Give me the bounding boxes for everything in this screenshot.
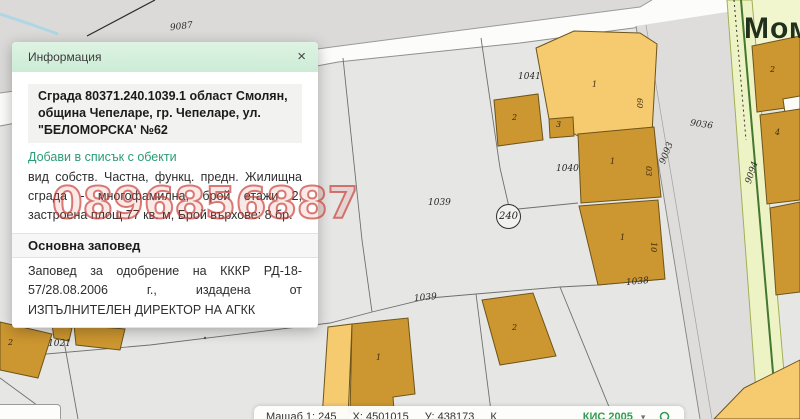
close-icon[interactable]: × [297, 42, 306, 72]
point-label: 240 [499, 211, 518, 222]
info-panel: Информация × Сграда 80371.240.1039.1 обл… [12, 42, 318, 328]
building-label: 03 [644, 166, 653, 176]
section-neighbors: Съседи [12, 327, 318, 328]
building-label: 1 [620, 233, 625, 242]
info-panel-title: Информация [28, 50, 101, 64]
parcel-label: 1021 [48, 339, 71, 349]
parcel-label: 1041 [518, 72, 541, 82]
info-panel-body: Сграда 80371.240.1039.1 област Смолян, о… [12, 84, 318, 328]
building-label: 4 [775, 128, 780, 137]
coord-x: Х: 4501015 [353, 411, 409, 419]
cadastral-point-marker[interactable]: 240 [496, 204, 521, 229]
parcel-label: 1040 [556, 164, 579, 174]
building-label: 1 [376, 353, 381, 362]
building-label: 10 [649, 242, 658, 252]
building-1041-3[interactable] [549, 117, 574, 138]
building-1040-1[interactable] [578, 127, 661, 203]
order-text: Заповед за одобрение на КККР РД-18-57/28… [28, 262, 302, 320]
building-label: 2 [512, 113, 517, 122]
survey-point [204, 337, 206, 339]
building-label: 60 [635, 98, 644, 108]
building-label: 3 [556, 120, 561, 129]
info-panel-header: Информация × [12, 42, 318, 72]
building-label: 2 [8, 338, 13, 347]
coord-y: У: 438173 [425, 411, 475, 419]
status-bar: Мащаб 1: 245 Х: 4501015 У: 438173 К КИС … [254, 406, 684, 419]
magnifier-icon[interactable] [659, 411, 672, 419]
building-1041-2[interactable] [494, 94, 543, 146]
section-main-order: Основна заповед [12, 233, 318, 258]
building-label: 2 [512, 323, 517, 332]
chevron-down-icon: ▾ [641, 412, 646, 419]
cadastral-map-app: 9087 1041 1040 1039 1039 1038 1021 9036 … [0, 0, 800, 419]
object-title: Сграда 80371.240.1039.1 област Смолян, о… [28, 84, 302, 143]
building-label: 1 [610, 157, 615, 166]
parcel-label: 1039 [428, 198, 451, 208]
scale-value: Мащаб 1: 245 [266, 411, 337, 419]
parcel-label: 1039 [414, 292, 438, 304]
building-label: 1 [592, 80, 597, 89]
parcel-label: 1038 [626, 276, 650, 288]
street-name-label: Мом [744, 12, 800, 46]
object-details: вид собств. Частна, функц. предн. Жилищн… [28, 168, 302, 226]
crs-dropdown[interactable]: КИС 2005 [583, 411, 633, 419]
coord-system-label: К [490, 411, 496, 419]
building-label: 2 [770, 65, 775, 74]
mini-control-box [0, 404, 61, 419]
building-east-4[interactable] [760, 109, 800, 204]
add-to-list-link[interactable]: Добави в списък с обекти [28, 150, 177, 164]
